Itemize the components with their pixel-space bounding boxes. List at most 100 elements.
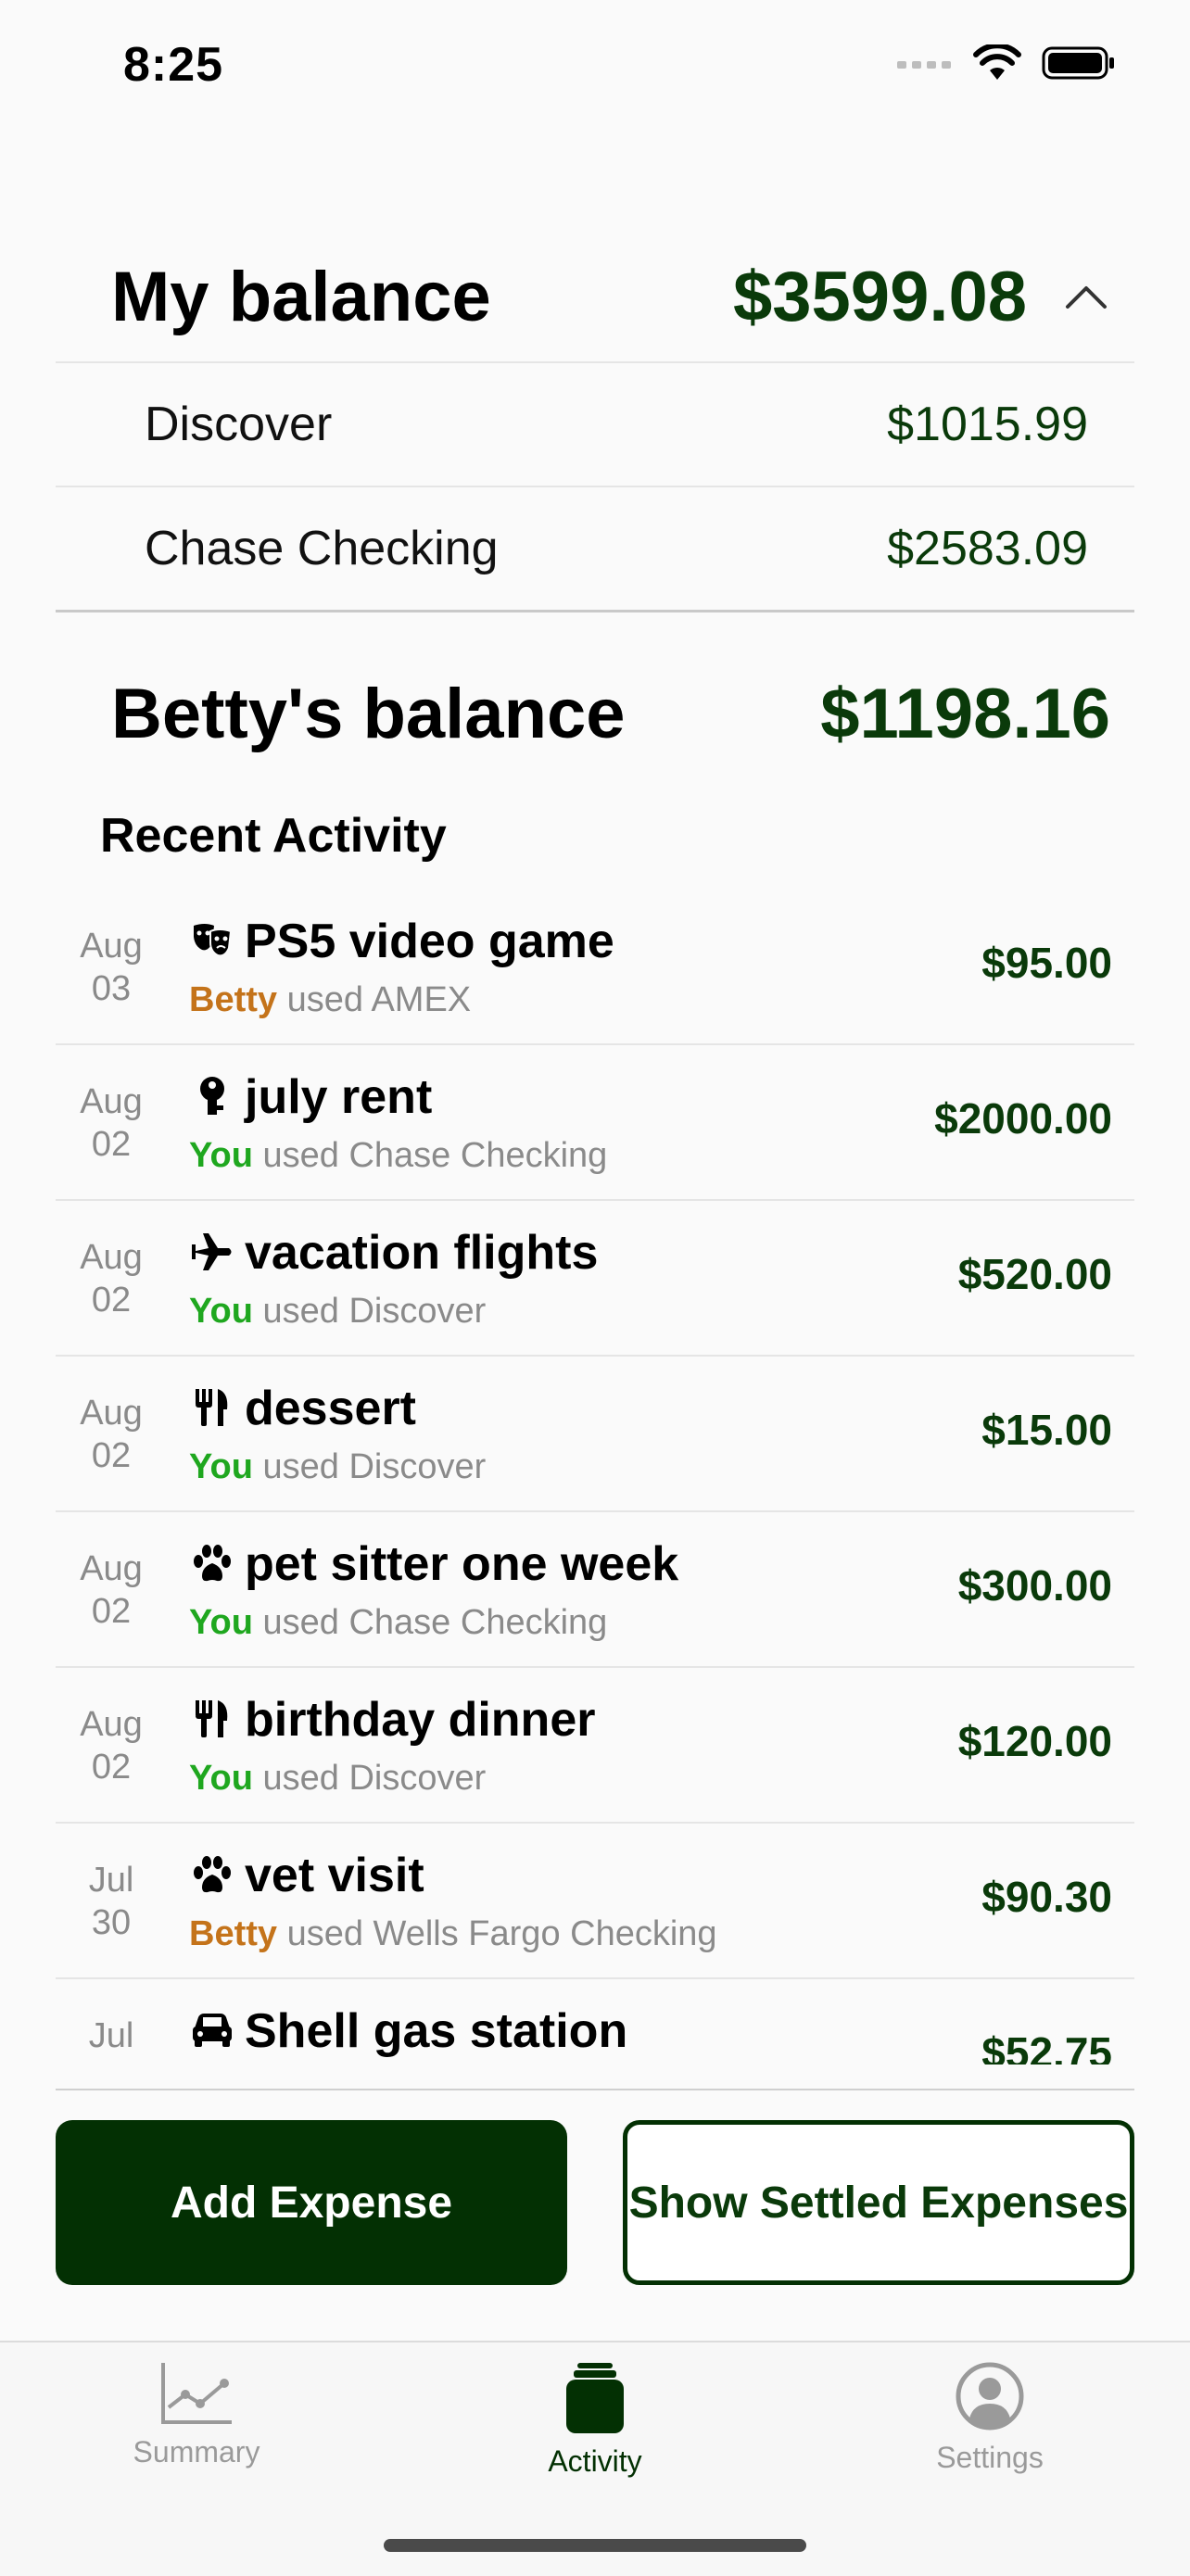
activity-item[interactable]: Aug 02 pet sitter one week You used Chas…: [56, 1512, 1134, 1668]
activity-amount: $520.00: [957, 1250, 1112, 1298]
date-day: 30: [91, 1903, 132, 1942]
date-month: Aug: [80, 927, 143, 966]
activity-item[interactable]: Aug 02 july rent You used Chase Checking…: [56, 1045, 1134, 1201]
activity-item[interactable]: Aug 03 PS5 video game Betty used AMEX $9…: [56, 890, 1134, 1045]
tab-settings[interactable]: Settings: [879, 2361, 1101, 2475]
account-amount: $2583.09: [887, 522, 1088, 575]
betty-balance-amount: $1198.16: [820, 674, 1110, 753]
activity-subtitle: You used Discover: [189, 1292, 486, 1332]
activity-item[interactable]: Jul Shell gas station $52.75: [56, 1979, 1134, 2065]
chart-line-icon: [161, 2363, 232, 2424]
home-indicator[interactable]: [384, 2539, 806, 2552]
activity-title: dessert: [245, 1382, 416, 1435]
payment-method: used Wells Fargo Checking: [286, 1914, 717, 1953]
activity-title: july rent: [245, 1070, 433, 1124]
paw-icon: [189, 1540, 235, 1586]
status-bar: 8:25: [0, 0, 1190, 130]
payer-name: You: [189, 1292, 253, 1331]
activity-date: Aug 02: [56, 1547, 167, 1633]
activity-subtitle: Betty used AMEX: [189, 980, 471, 1020]
activity-amount: $95.00: [981, 939, 1112, 987]
payer-name: You: [189, 1447, 253, 1486]
date-day: 02: [91, 1281, 132, 1320]
theater-masks-icon: [189, 917, 235, 964]
date-day: 03: [91, 969, 132, 1008]
activity-amount: $52.75: [981, 2028, 1112, 2065]
show-settled-expenses-button[interactable]: Show Settled Expenses: [623, 2120, 1134, 2285]
tab-label: Activity: [548, 2444, 642, 2478]
date-month: Aug: [80, 1082, 143, 1121]
account-name: Discover: [145, 398, 333, 451]
person-circle-icon: [956, 2362, 1024, 2431]
tab-activity[interactable]: Activity: [484, 2361, 706, 2479]
paw-icon: [189, 1851, 235, 1898]
key-icon: [189, 1073, 235, 1119]
account-amount: $1015.99: [887, 398, 1088, 451]
date-day: 02: [91, 1592, 132, 1631]
activity-title: vacation flights: [245, 1226, 599, 1280]
status-time: 8:25: [123, 38, 224, 92]
date-month: Jul: [88, 2016, 134, 2055]
payer-name: Betty: [189, 980, 278, 1019]
payment-method: used AMEX: [286, 980, 472, 1019]
tab-label: Summary: [133, 2435, 260, 2469]
date-month: Aug: [80, 1549, 143, 1588]
my-balance-header[interactable]: My balance $3599.08: [56, 232, 1134, 363]
payment-method: used Discover: [262, 1447, 487, 1486]
activity-date: Aug 02: [56, 1392, 167, 1477]
betty-balance-header: Betty's balance $1198.16: [56, 649, 1134, 778]
activity-date: Jul 30: [56, 1859, 167, 1944]
payer-name: You: [189, 1603, 253, 1642]
activity-title: PS5 video game: [245, 915, 614, 968]
activity-date: Aug 02: [56, 1080, 167, 1166]
activity-subtitle: Betty used Wells Fargo Checking: [189, 1914, 717, 1954]
recent-activity-title: Recent Activity: [100, 809, 447, 863]
payer-name: You: [189, 1136, 253, 1175]
date-month: Jul: [88, 1861, 134, 1900]
activity-item[interactable]: Aug 02 dessert You used Discover $15.00: [56, 1357, 1134, 1512]
payer-name: You: [189, 1759, 253, 1798]
tab-summary[interactable]: Summary: [85, 2361, 308, 2469]
payer-name: Betty: [189, 1914, 278, 1953]
activity-date: Aug 03: [56, 925, 167, 1010]
add-expense-button[interactable]: Add Expense: [56, 2120, 567, 2285]
status-icons: [897, 44, 1116, 82]
activity-item[interactable]: Jul 30 vet visit Betty used Wells Fargo …: [56, 1824, 1134, 1979]
activity-date: Jul: [56, 2014, 167, 2057]
list-bottom-divider: [56, 2089, 1134, 2090]
activity-amount: $300.00: [957, 1561, 1112, 1610]
account-row-discover: Discover $1015.99: [56, 363, 1134, 487]
payment-method: used Chase Checking: [262, 1136, 608, 1175]
activity-title: Shell gas station: [245, 2004, 628, 2058]
activity-amount: $15.00: [981, 1406, 1112, 1454]
payment-method: used Discover: [262, 1759, 487, 1798]
activity-title: vet visit: [245, 1849, 424, 1902]
jar-icon: [566, 2363, 624, 2433]
activity-amount: $2000.00: [934, 1094, 1112, 1143]
utensils-icon: [189, 1384, 235, 1431]
payment-method: used Chase Checking: [262, 1603, 608, 1642]
activity-date: Aug 02: [56, 1703, 167, 1788]
airplane-icon: [189, 1229, 235, 1275]
tab-label: Settings: [936, 2441, 1044, 2474]
date-day: 02: [91, 1436, 132, 1475]
activity-subtitle: You used Discover: [189, 1759, 486, 1799]
activity-subtitle: You used Chase Checking: [189, 1603, 607, 1643]
date-month: Aug: [80, 1394, 143, 1433]
battery-icon: [1042, 46, 1114, 80]
activity-list[interactable]: Aug 03 PS5 video game Betty used AMEX $9…: [56, 890, 1134, 2065]
activity-amount: $120.00: [957, 1717, 1112, 1765]
activity-item[interactable]: Aug 02 vacation flights You used Discove…: [56, 1201, 1134, 1357]
account-name: Chase Checking: [145, 522, 499, 575]
activity-title: pet sitter one week: [245, 1537, 679, 1591]
date-month: Aug: [80, 1705, 143, 1744]
utensils-icon: [189, 1696, 235, 1742]
my-balance-amount: $3599.08: [733, 257, 1027, 336]
activity-amount: $90.30: [981, 1873, 1112, 1921]
date-day: 02: [91, 1748, 132, 1787]
activity-date: Aug 02: [56, 1236, 167, 1321]
wifi-icon: [973, 44, 1021, 80]
chevron-up-icon[interactable]: [1064, 283, 1108, 310]
activity-subtitle: You used Chase Checking: [189, 1136, 607, 1176]
activity-item[interactable]: Aug 02 birthday dinner You used Discover…: [56, 1668, 1134, 1824]
